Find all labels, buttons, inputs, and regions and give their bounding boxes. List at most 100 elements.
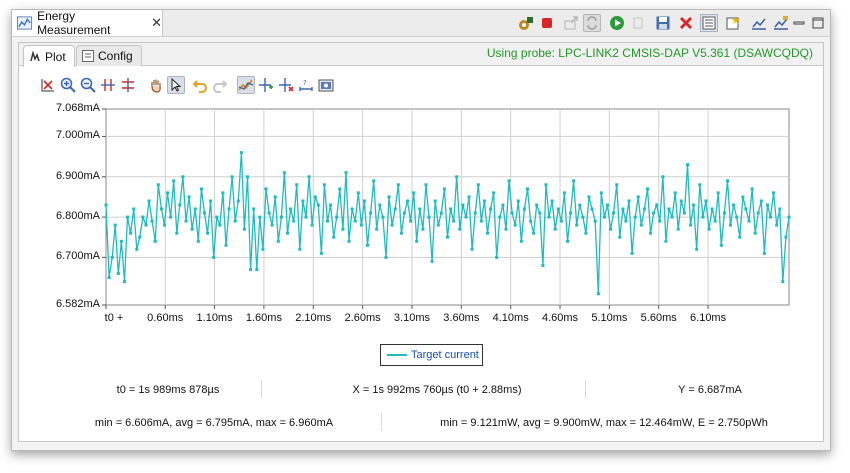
tab-plot[interactable]: Plot: [23, 45, 75, 67]
series-point: [599, 191, 603, 195]
series-point: [682, 211, 686, 215]
series-point: [572, 179, 576, 183]
new-view-icon[interactable]: [724, 14, 742, 32]
current-plot: [102, 108, 791, 309]
series-point: [738, 235, 742, 239]
redo-icon[interactable]: [211, 76, 229, 94]
pan-icon[interactable]: [147, 76, 165, 94]
series-point: [473, 211, 477, 215]
probe-status: Using probe: LPC-LINK2 CMSIS-DAP V5.361 …: [486, 46, 813, 60]
chart-edit-icon[interactable]: [772, 14, 790, 32]
y-tick-label: 6.900mA: [55, 169, 100, 182]
series-point: [378, 203, 382, 207]
series-point: [381, 215, 385, 219]
series-point: [621, 207, 625, 211]
stop-icon[interactable]: [538, 14, 556, 32]
trace-icon[interactable]: [237, 76, 255, 94]
series-point: [144, 223, 148, 227]
x-tick-label: 4.60ms: [541, 312, 579, 324]
series-point: [639, 223, 643, 227]
y-tick-label: 6.582mA: [55, 298, 100, 310]
save-icon[interactable]: [654, 14, 672, 32]
series-point: [519, 239, 523, 243]
legend-label: Target current: [411, 349, 479, 361]
fit-vertical-icon[interactable]: [119, 76, 137, 94]
series-point: [406, 199, 409, 203]
series-point: [464, 215, 468, 219]
series-point: [362, 199, 366, 203]
config-tab-icon: [82, 50, 94, 62]
x-tick-label: 3.10ms: [393, 312, 430, 324]
series-point: [541, 264, 545, 267]
series-point: [227, 207, 231, 211]
minimize-icon[interactable]: [790, 14, 808, 32]
x-tick-label: 1.60ms: [245, 312, 282, 324]
probe-config-icon[interactable]: [517, 14, 535, 32]
close-view-icon[interactable]: ✕: [151, 15, 162, 31]
series-point: [107, 276, 111, 280]
series-point: [178, 203, 182, 207]
x-tick-label: 5.10ms: [591, 312, 628, 324]
series-point: [492, 191, 496, 195]
plot-config-tabs: Plot Config Using probe: LPC-LINK2 CMSIS…: [19, 43, 823, 67]
series-point: [261, 247, 265, 251]
series-point: [452, 219, 456, 223]
series-point: [193, 207, 197, 211]
series-point: [446, 235, 449, 239]
refresh-icon[interactable]: [583, 14, 601, 32]
series-point: [741, 195, 745, 199]
y-tick-label: 7.000mA: [55, 129, 100, 142]
series-point: [704, 199, 708, 203]
add-marker-icon[interactable]: [257, 76, 275, 94]
camera-icon[interactable]: [317, 76, 335, 94]
series-point: [332, 235, 336, 239]
series-point: [341, 227, 345, 231]
maximize-icon[interactable]: [809, 14, 827, 32]
series-point: [239, 151, 243, 155]
series-point: [722, 211, 726, 215]
fit-horizontal-icon[interactable]: [99, 76, 117, 94]
undo-icon[interactable]: [191, 76, 209, 94]
chart-icon[interactable]: [750, 14, 768, 32]
series-point: [686, 163, 689, 167]
series-point: [615, 183, 619, 187]
series-point: [593, 219, 597, 223]
remove-marker-icon[interactable]: [277, 76, 295, 94]
tab-config[interactable]: Config: [76, 45, 142, 66]
zoom-in-icon[interactable]: [59, 76, 77, 94]
series-point: [421, 227, 425, 231]
series-point: [569, 211, 573, 215]
select-icon[interactable]: [167, 76, 185, 94]
series-point: [633, 215, 637, 219]
series-point: [559, 219, 563, 223]
view-title: Energy Measurement: [37, 9, 111, 37]
series-point: [726, 179, 729, 183]
series-point: [319, 251, 323, 255]
series-point: [301, 199, 305, 203]
layout-icon[interactable]: [700, 14, 718, 32]
pause-icon[interactable]: [629, 14, 647, 32]
series-point: [279, 215, 283, 219]
series-point: [313, 195, 317, 199]
energy-measurement-view-tab[interactable]: Energy Measurement ✕: [12, 9, 163, 37]
series-point: [495, 255, 499, 259]
series-point: [181, 175, 185, 179]
series-point: [359, 223, 363, 227]
series-point: [692, 203, 696, 207]
x-tick-label: 5.60ms: [640, 312, 677, 324]
axis-icon[interactable]: [39, 76, 57, 94]
series-point: [356, 191, 360, 195]
export-icon[interactable]: [562, 14, 580, 32]
zoom-out-icon[interactable]: [79, 76, 97, 94]
delete-icon[interactable]: [677, 14, 695, 32]
run-icon[interactable]: [608, 14, 626, 32]
series-point: [498, 215, 502, 219]
series-point: [547, 215, 551, 219]
measure-icon[interactable]: ?: [297, 76, 315, 94]
series-point: [501, 203, 505, 207]
series-point: [119, 239, 123, 243]
energy-measurement-window: Energy Measurement ✕ Plot Config Using p…: [11, 9, 831, 451]
series-point: [612, 211, 616, 215]
series-point: [756, 211, 760, 215]
series-point: [110, 255, 114, 259]
